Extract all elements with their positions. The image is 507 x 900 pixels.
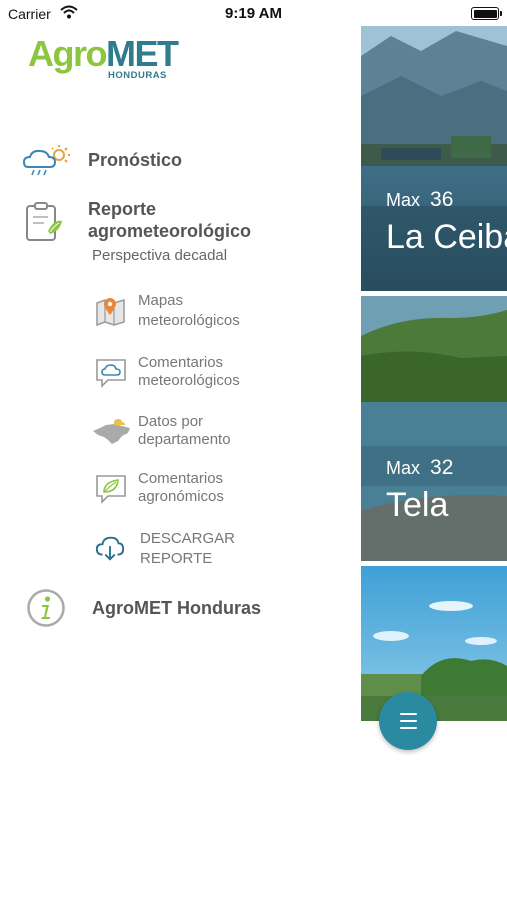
weather-forecast-icon [22, 145, 70, 176]
datos-label-line1: Datos por [138, 413, 204, 430]
menu-item-pronostico[interactable]: Pronóstico [22, 143, 342, 177]
info-icon [27, 589, 65, 627]
battery-icon [471, 7, 502, 20]
menu-fab-button[interactable] [379, 692, 437, 750]
clock-time: 9:19 AM [225, 5, 282, 22]
country-map-icon [93, 419, 130, 444]
mapas-label-line1: Mapas [138, 292, 184, 309]
map-pin-icon [96, 298, 125, 327]
hamburger-icon [400, 713, 417, 715]
pronostico-label: Pronóstico [88, 150, 183, 170]
hamburger-icon-line [400, 720, 417, 722]
max-label: Max [386, 458, 421, 478]
reporte-title-line1: Reporte [88, 199, 157, 219]
agromet-logo: AgroMET HONDURAS [28, 33, 179, 82]
max-value: 32 [430, 456, 454, 479]
city-name: Tela [386, 486, 449, 524]
city-card[interactable]: Max 36 La Ceiba [361, 26, 507, 291]
cloud-chat-icon [96, 359, 126, 388]
menu-item-reporte[interactable]: Reporte agrometeorológico Perspectiva de… [22, 196, 342, 268]
city-card[interactable]: Max 32 Tela [361, 296, 507, 561]
reporte-description: Perspectiva decadal [92, 247, 228, 264]
com-met-label-line1: Comentarios [138, 354, 224, 371]
descargar-label-line1: DESCARGAR [140, 530, 236, 547]
descargar-label-line2: REPORTE [140, 550, 213, 567]
mapas-label-line2: meteorológicos [138, 312, 240, 329]
city-name: La Ceiba [386, 218, 507, 256]
datos-label-line2: departamento [138, 431, 231, 448]
leaf-chat-icon [96, 475, 126, 504]
cloud-download-icon [95, 536, 125, 561]
hamburger-icon-line [400, 727, 417, 729]
submenu-descargar-reporte[interactable]: DESCARGAR REPORTE [92, 528, 332, 572]
max-value: 36 [430, 188, 454, 211]
com-agro-label-line1: Comentarios [138, 470, 224, 487]
max-label: Max [386, 190, 421, 210]
submenu-datos-departamento[interactable]: Datos por departamento [92, 411, 332, 455]
max-temp: Max 32 [386, 456, 453, 480]
clipboard-report-icon [26, 202, 62, 241]
com-met-label-line2: meteorológicos [138, 372, 240, 389]
status-bar: Carrier 9:19 AM [0, 0, 507, 28]
max-temp: Max 36 [386, 188, 453, 212]
city-card[interactable] [361, 566, 507, 721]
submenu-comentarios-agronomicos[interactable]: Comentarios agronómicos [92, 468, 332, 512]
about-label: AgroMET Honduras [92, 598, 261, 618]
com-agro-label-line2: agronómicos [138, 488, 224, 505]
menu-item-about[interactable]: AgroMET Honduras [26, 588, 346, 628]
submenu-comentarios-meteorologicos[interactable]: Comentarios meteorológicos [92, 352, 332, 396]
beach-photo [361, 566, 507, 721]
reporte-title-line2: agrometeorológico [88, 221, 252, 241]
submenu-mapas-meteorologicos[interactable]: Mapas meteorológicos [92, 290, 332, 334]
